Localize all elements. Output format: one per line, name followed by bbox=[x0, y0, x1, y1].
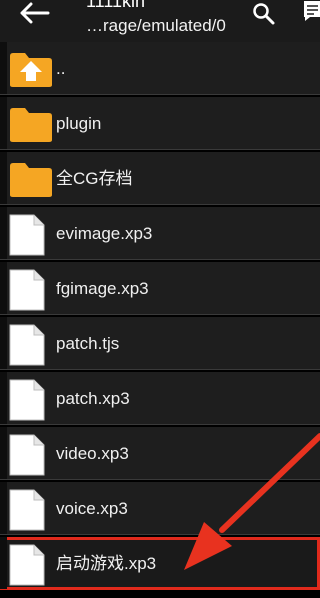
row-gutter bbox=[0, 207, 7, 259]
file-icon bbox=[9, 544, 45, 591]
file-row[interactable]: video.xp3 bbox=[0, 427, 320, 480]
row-gutter bbox=[0, 427, 7, 479]
row-gutter bbox=[0, 152, 7, 204]
file-icon bbox=[9, 379, 45, 426]
file-name: patch.xp3 bbox=[56, 389, 130, 408]
file-name: evimage.xp3 bbox=[56, 224, 153, 243]
row-gutter bbox=[0, 372, 7, 424]
file-row[interactable]: fgimage.xp3 bbox=[0, 262, 320, 315]
file-row[interactable]: 启动游戏.xp3 bbox=[0, 537, 320, 590]
folder-title: 1111kin bbox=[86, 0, 146, 11]
row-gutter bbox=[0, 42, 7, 94]
file-row[interactable]: evimage.xp3 bbox=[0, 207, 320, 260]
folder-row[interactable]: 全CG存档 bbox=[0, 152, 320, 205]
row-gutter bbox=[0, 482, 7, 534]
app-bar: 1111kin …rage/emulated/0 bbox=[0, 0, 320, 42]
back-arrow-icon[interactable] bbox=[20, 2, 50, 24]
file-icon bbox=[9, 214, 45, 261]
row-gutter bbox=[0, 537, 7, 589]
parent-folder-icon bbox=[9, 50, 53, 93]
file-icon bbox=[9, 324, 45, 371]
comment-icon[interactable] bbox=[302, 0, 320, 22]
file-name: 全CG存档 bbox=[56, 169, 133, 188]
row-gutter bbox=[0, 97, 7, 149]
folder-row[interactable]: .. bbox=[0, 42, 320, 95]
file-name: 启动游戏.xp3 bbox=[56, 554, 157, 573]
folder-icon bbox=[9, 160, 53, 203]
row-gutter bbox=[0, 262, 7, 314]
folder-row[interactable]: plugin bbox=[0, 97, 320, 150]
file-name: video.xp3 bbox=[56, 444, 129, 463]
file-name: .. bbox=[56, 59, 66, 78]
file-icon bbox=[9, 434, 45, 481]
file-row[interactable]: voice.xp3 bbox=[0, 482, 320, 535]
folder-path: …rage/emulated/0 bbox=[86, 16, 226, 35]
folder-icon bbox=[9, 105, 53, 148]
file-icon bbox=[9, 269, 45, 316]
file-name: fgimage.xp3 bbox=[56, 279, 149, 298]
row-gutter bbox=[0, 317, 7, 369]
file-name: voice.xp3 bbox=[56, 499, 128, 518]
file-name: patch.tjs bbox=[56, 334, 120, 353]
file-icon bbox=[9, 489, 45, 536]
search-icon[interactable] bbox=[252, 2, 276, 26]
file-row[interactable]: patch.tjs bbox=[0, 317, 320, 370]
file-row[interactable]: patch.xp3 bbox=[0, 372, 320, 425]
file-name: plugin bbox=[56, 114, 102, 133]
